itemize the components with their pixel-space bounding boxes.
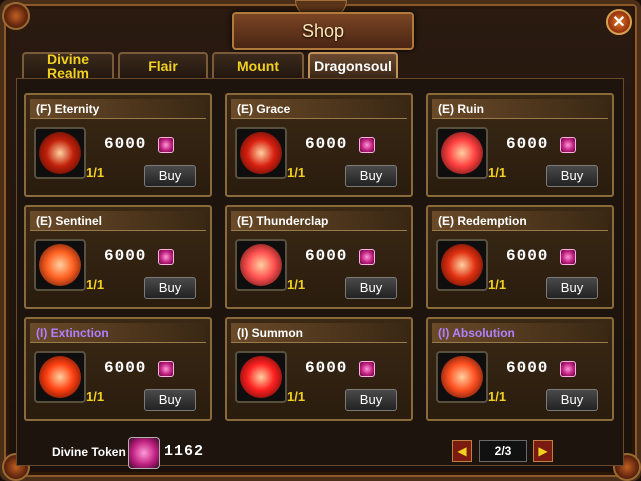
buy-button[interactable]: Buy (144, 165, 196, 187)
dragonsoul-orb-icon (441, 132, 483, 174)
buy-button[interactable]: Buy (546, 389, 598, 411)
dragonsoul-orb-icon (441, 244, 483, 286)
dragonsoul-orb-icon (39, 244, 81, 286)
item-price: 6000 (305, 135, 348, 153)
shop-item-card: (I) Summon 6000 1/1 Buy (225, 317, 413, 421)
divine-token-count: 1162 (164, 443, 205, 460)
gem-currency-icon (560, 137, 576, 153)
item-price: 6000 (506, 359, 549, 377)
item-stock: 1/1 (287, 277, 306, 292)
item-price: 6000 (104, 135, 147, 153)
item-stock: 1/1 (86, 165, 105, 180)
dragonsoul-orb-icon (240, 356, 282, 398)
item-name: (E) Grace (231, 99, 407, 119)
gem-currency-icon (359, 361, 375, 377)
item-price: 6000 (506, 247, 549, 265)
shop-item-card: (E) Redemption 6000 1/1 Buy (426, 205, 614, 309)
shop-item-card: (E) Thunderclap 6000 1/1 Buy (225, 205, 413, 309)
item-stock: 1/1 (287, 389, 306, 404)
dragonsoul-orb-icon (240, 132, 282, 174)
item-name: (E) Sentinel (30, 211, 206, 231)
buy-button[interactable]: Buy (144, 389, 196, 411)
divine-token-icon (128, 437, 160, 469)
item-slot[interactable] (34, 239, 86, 291)
dragonsoul-orb-icon (441, 356, 483, 398)
chevron-right-icon: ▶ (538, 444, 548, 458)
item-name: (E) Ruin (432, 99, 608, 119)
buy-button[interactable]: Buy (546, 277, 598, 299)
tab-mount[interactable]: Mount (212, 52, 304, 78)
window-title: Shop (301, 20, 345, 41)
item-name: (F) Eternity (30, 99, 206, 119)
item-price: 6000 (305, 359, 348, 377)
item-stock: 1/1 (86, 277, 105, 292)
item-name: (I) Summon (231, 323, 407, 343)
title-plate: Shop (232, 12, 414, 50)
item-slot[interactable] (34, 127, 86, 179)
close-button[interactable]: ✕ (606, 9, 632, 35)
gem-currency-icon (158, 361, 174, 377)
shop-item-card: (I) Absolution 6000 1/1 Buy (426, 317, 614, 421)
tab-divine-realm[interactable]: Divine Realm (22, 52, 114, 80)
item-price: 6000 (506, 135, 549, 153)
shop-grid: (F) Eternity 6000 1/1 Buy (E) Grace 6000 1/1 Bu… (16, 78, 624, 466)
item-slot[interactable] (436, 239, 488, 291)
shop-item-card: (E) Grace 6000 1/1 Buy (225, 93, 413, 197)
item-name: (E) Redemption (432, 211, 608, 231)
close-icon: ✕ (612, 14, 626, 31)
item-stock: 1/1 (287, 165, 306, 180)
dragonsoul-orb-icon (39, 356, 81, 398)
buy-button[interactable]: Buy (546, 165, 598, 187)
shop-item-card: (E) Ruin 6000 1/1 Buy (426, 93, 614, 197)
next-page-button[interactable]: ▶ (533, 440, 553, 462)
gem-currency-icon (359, 249, 375, 265)
shop-item-card: (F) Eternity 6000 1/1 Buy (24, 93, 212, 197)
item-slot[interactable] (436, 127, 488, 179)
prev-page-button[interactable]: ◀ (452, 440, 472, 462)
dragonsoul-orb-icon (240, 244, 282, 286)
item-price: 6000 (305, 247, 348, 265)
gem-currency-icon (158, 137, 174, 153)
tab-dragonsoul[interactable]: Dragonsoul (308, 52, 398, 78)
item-slot[interactable] (235, 127, 287, 179)
buy-button[interactable]: Buy (144, 277, 196, 299)
item-stock: 1/1 (488, 389, 507, 404)
item-name: (I) Extinction (30, 323, 206, 343)
buy-button[interactable]: Buy (345, 389, 397, 411)
item-stock: 1/1 (488, 277, 507, 292)
divine-token-label: Divine Token (52, 445, 126, 459)
item-price: 6000 (104, 247, 147, 265)
buy-button[interactable]: Buy (345, 165, 397, 187)
item-slot[interactable] (235, 239, 287, 291)
item-slot[interactable] (436, 351, 488, 403)
shop-item-card: (I) Extinction 6000 1/1 Buy (24, 317, 212, 421)
gem-currency-icon (560, 249, 576, 265)
gem-currency-icon (359, 137, 375, 153)
tab-flair[interactable]: Flair (118, 52, 208, 78)
gem-currency-icon (560, 361, 576, 377)
page-indicator: 2/3 (479, 440, 527, 462)
item-stock: 1/1 (86, 389, 105, 404)
item-slot[interactable] (235, 351, 287, 403)
buy-button[interactable]: Buy (345, 277, 397, 299)
item-name: (I) Absolution (432, 323, 608, 343)
item-stock: 1/1 (488, 165, 507, 180)
item-price: 6000 (104, 359, 147, 377)
item-slot[interactable] (34, 351, 86, 403)
corner-ornament (2, 2, 30, 30)
shop-item-card: (E) Sentinel 6000 1/1 Buy (24, 205, 212, 309)
item-name: (E) Thunderclap (231, 211, 407, 231)
gem-currency-icon (158, 249, 174, 265)
chevron-left-icon: ◀ (457, 444, 467, 458)
dragonsoul-orb-icon (39, 132, 81, 174)
